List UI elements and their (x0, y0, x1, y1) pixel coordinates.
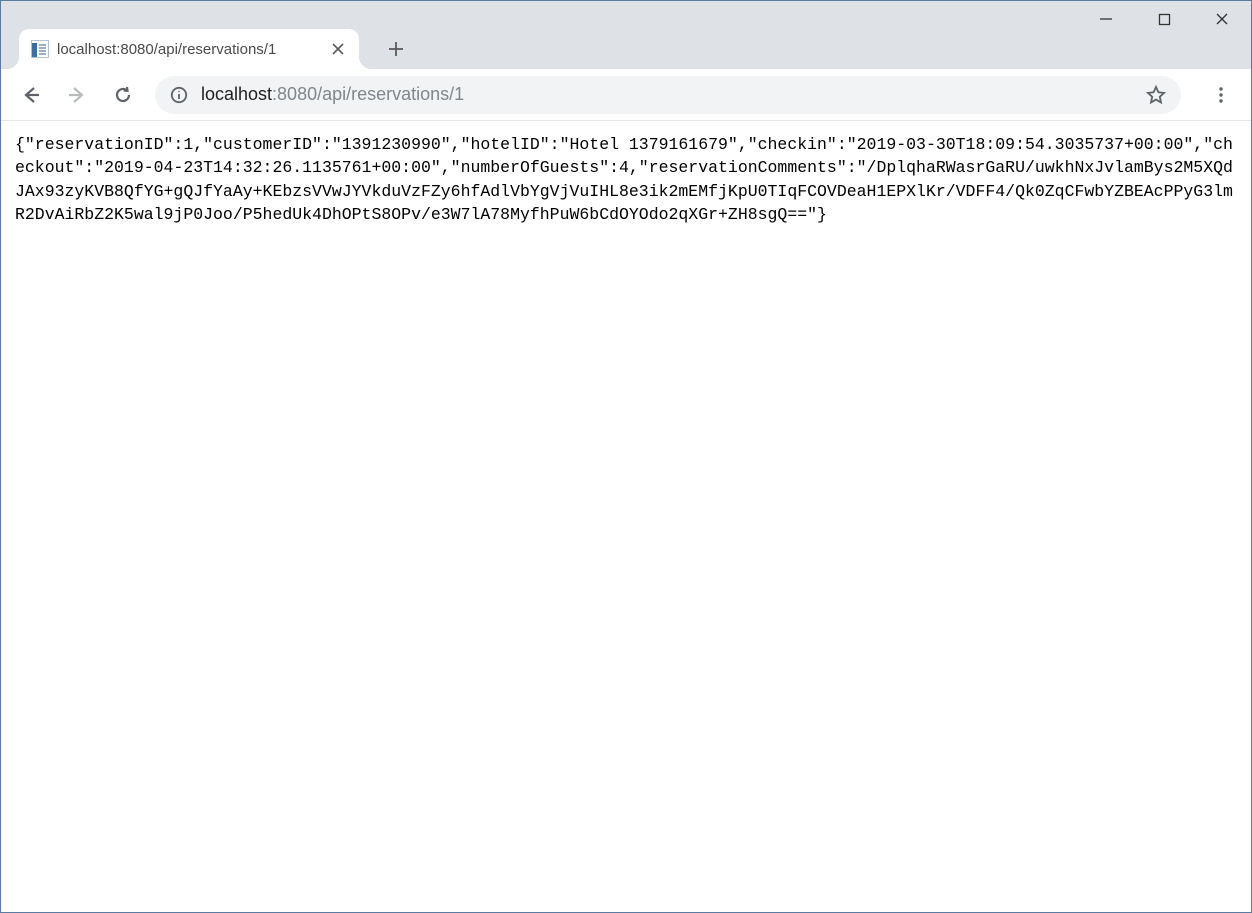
new-tab-button[interactable] (381, 34, 411, 64)
close-window-button[interactable] (1193, 1, 1251, 37)
url-host: localhost (201, 84, 272, 104)
reload-button[interactable] (103, 75, 143, 115)
bookmark-button[interactable] (1145, 84, 1167, 106)
close-tab-button[interactable] (329, 40, 347, 58)
page-content: {"reservationID":1,"customerID":"1391230… (1, 121, 1251, 239)
back-button[interactable] (11, 75, 51, 115)
browser-titlebar: localhost:8080/api/reservations/1 (1, 1, 1251, 69)
forward-button[interactable] (57, 75, 97, 115)
address-bar[interactable]: localhost:8080/api/reservations/1 (155, 76, 1181, 114)
minimize-button[interactable] (1077, 1, 1135, 37)
browser-menu-button[interactable] (1201, 75, 1241, 115)
maximize-button[interactable] (1135, 1, 1193, 37)
tab-title: localhost:8080/api/reservations/1 (57, 41, 321, 58)
window-controls (1077, 1, 1251, 37)
page-favicon (31, 40, 49, 58)
url-path: :8080/api/reservations/1 (272, 84, 464, 104)
tab-strip: localhost:8080/api/reservations/1 (1, 25, 1251, 69)
browser-tab[interactable]: localhost:8080/api/reservations/1 (19, 29, 359, 69)
site-info-icon[interactable] (169, 85, 189, 105)
browser-toolbar: localhost:8080/api/reservations/1 (1, 69, 1251, 121)
url-text: localhost:8080/api/reservations/1 (201, 84, 1133, 105)
